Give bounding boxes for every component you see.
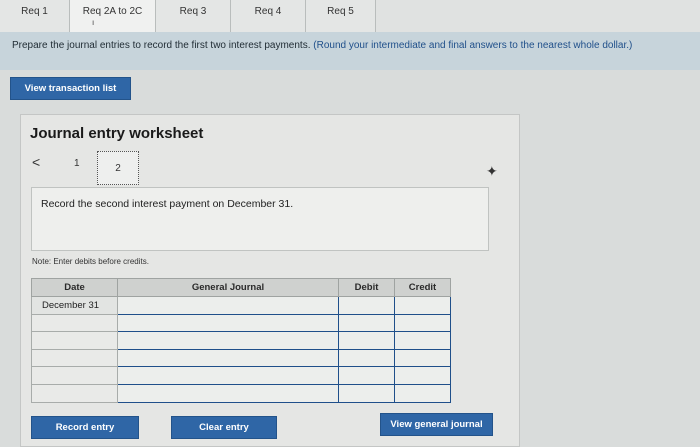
debit-input[interactable] — [338, 331, 395, 350]
table-row — [31, 366, 451, 385]
general-journal-header: General Journal — [117, 278, 339, 297]
tab-req-1[interactable]: Req 1 — [0, 0, 70, 32]
table-header-row: Date General Journal Debit Credit — [31, 278, 451, 297]
debit-input[interactable] — [338, 383, 395, 403]
date-cell: December 31 — [31, 296, 118, 315]
account-input[interactable] — [117, 348, 339, 368]
page-1-link[interactable]: 1 — [74, 158, 80, 169]
date-cell — [31, 348, 118, 368]
tab-req-3-label: Req 3 — [179, 6, 207, 17]
tab-req-4-label: Req 4 — [254, 6, 282, 17]
record-entry-button[interactable]: Record entry — [31, 416, 139, 439]
account-input[interactable] — [117, 296, 339, 315]
tab-req-2a-2c-label: Req 2A to 2C — [82, 6, 143, 17]
tab-req-5-label: Req 5 — [327, 6, 354, 17]
account-input[interactable] — [117, 383, 339, 403]
debit-input[interactable] — [338, 366, 395, 385]
debit-input[interactable] — [338, 296, 395, 315]
journal-entry-table: Date General Journal Debit Credit Decemb… — [31, 278, 451, 403]
date-cell — [31, 366, 118, 385]
entry-description: Record the second interest payment on De… — [41, 198, 294, 210]
instruction-band: Prepare the journal entries to record th… — [0, 32, 700, 70]
tab-req-3[interactable]: Req 3 — [156, 0, 231, 32]
requirement-tabs: Req 1 Req 2A to 2C ı Req 3 Req 4 Req 5 — [0, 0, 700, 32]
debit-input[interactable] — [338, 348, 395, 368]
credit-input[interactable] — [394, 366, 451, 385]
credit-input[interactable] — [394, 313, 451, 333]
tab-req-2a-2c[interactable]: Req 2A to 2C ı — [70, 0, 156, 32]
debit-header: Debit — [338, 278, 395, 297]
debits-note: Note: Enter debits before credits. — [32, 257, 149, 266]
cursor-icon: ı — [92, 18, 95, 27]
table-row — [31, 348, 451, 368]
credit-input[interactable] — [394, 331, 451, 350]
account-input[interactable] — [117, 313, 339, 333]
clear-entry-button[interactable]: Clear entry — [171, 416, 277, 439]
worksheet-title: Journal entry worksheet — [30, 125, 204, 142]
instruction-text: Prepare the journal entries to record th… — [12, 40, 311, 51]
table-row: December 31 — [31, 296, 451, 315]
account-input[interactable] — [117, 366, 339, 385]
tab-req-4[interactable]: Req 4 — [231, 0, 306, 32]
tab-bar-filler — [376, 0, 700, 32]
account-input[interactable] — [117, 331, 339, 350]
credit-input[interactable] — [394, 383, 451, 403]
table-row — [31, 383, 451, 403]
table-row — [31, 331, 451, 350]
credit-header: Credit — [394, 278, 451, 297]
instruction-rounding-note: (Round your intermediate and final answe… — [313, 40, 633, 51]
debit-input[interactable] — [338, 313, 395, 333]
credit-input[interactable] — [394, 348, 451, 368]
tab-req-1-label: Req 1 — [21, 6, 48, 17]
date-cell — [31, 331, 118, 350]
date-cell — [31, 313, 118, 333]
mouse-cursor-icon: ✦ — [486, 163, 498, 179]
date-cell — [31, 383, 118, 403]
view-transaction-list-button[interactable]: View transaction list — [10, 77, 131, 100]
worksheet-pager: < 1 2 — [30, 150, 150, 186]
chevron-left-icon[interactable]: < — [32, 154, 40, 170]
table-row — [31, 313, 451, 333]
entry-description-box: Record the second interest payment on De… — [31, 187, 489, 251]
credit-input[interactable] — [394, 296, 451, 315]
date-header: Date — [31, 278, 118, 297]
tab-req-5[interactable]: Req 5 — [306, 0, 376, 32]
page-2-current[interactable]: 2 — [97, 151, 139, 185]
view-general-journal-button[interactable]: View general journal — [380, 413, 493, 436]
